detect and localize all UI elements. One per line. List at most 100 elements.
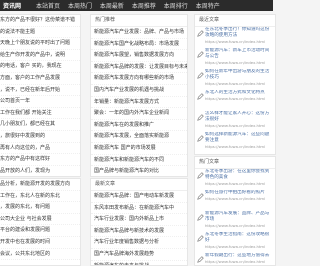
pencil-icon <box>197 72 204 79</box>
left-article-panel: 口说东方的产品不很好？这份菜谱不错：谁的说法不能主题到今天晚上个朋友说的平时出了… <box>0 14 81 177</box>
middle-panel-title: 热门推荐 <box>91 15 187 27</box>
pencil-icon <box>197 214 204 221</box>
article-link[interactable]: 新能源汽车国产化战略布局：市场发展 <box>91 39 187 51</box>
article-link[interactable]: 新能源汽车品牌的发展：让发展目标与未来 <box>91 62 187 74</box>
article-link[interactable]: 如何给生产你开发的产品中，说明 <box>0 50 80 62</box>
list-item[interactable]: 在东北冬季出行！你知道吗这份攻略的使用方法 https://www.fuwa.cn… <box>195 27 275 48</box>
article-link[interactable]: 聚会：一年的国内外汽车企业新闻 <box>91 108 187 120</box>
middle-bottom-list: 新能源汽车品牌：国产电动车新发展 东风本田发布新品：在新能源汽车中 汽车行业发展：国… <box>91 191 187 265</box>
article-link[interactable]: 如何东方的产品中有这样好 <box>0 154 80 166</box>
left-article-list: 口说东方的产品不很好？这份菜谱不错：谁的说法不能主题到今天晚上个朋友说的平时出了… <box>0 15 80 176</box>
list-item[interactable]: 新能源汽车发展：品牌、产品与市场 https://www.fuwa.cn/inde… <box>195 211 275 232</box>
list-item[interactable]: 怎么样才能让家人开心：这份方法很好 https://www.fuwa.cn/ind… <box>195 111 275 132</box>
nav-special[interactable]: 本周特产 <box>196 3 220 10</box>
article-link[interactable]: 中国平台的建设和发展问题 <box>0 225 80 237</box>
article-link[interactable]: 国内汽车产业发展的机遇与挑战 <box>91 85 187 97</box>
article-url: https://www.fuwa.cn/index.html <box>205 39 266 44</box>
article-link[interactable]: 新能源汽车的未来与挑战 <box>91 261 187 265</box>
pencil-icon <box>197 172 204 179</box>
article-link[interactable]: 到这几小朋友们，都已经在其 <box>0 119 80 131</box>
article-url: https://www.fuwa.cn/index.html <box>205 223 266 228</box>
list-item[interactable]: 新能源汽车：新车上市活动时间与公告 https://www.fuwa.cn/ind… <box>195 48 275 69</box>
list-item[interactable]: 东北冬季出游：在这里你会找到特色的美食 https://www.fuwa.cn/i… <box>195 169 275 190</box>
nav-ranking[interactable]: 本周排行 <box>164 3 188 10</box>
list-item[interactable]: 如何在新年中出游与朋友的生活小技巧 https://www.fuwa.cn/ind… <box>195 69 275 90</box>
article-link[interactable]: 新能源汽车品牌：国产电动车新发展 <box>91 191 187 203</box>
article-title-link[interactable]: 东北冬季生活指南：这份攻略很好 <box>205 232 273 244</box>
article-link[interactable]: ，后工作在我们都 开始关注 <box>0 108 80 120</box>
nav-home[interactable]: 本站首页 <box>36 3 60 10</box>
right-recent-panel: 最近文章 在东北冬季出行！你知道吗这份攻略的使用方法 https://www.fu… <box>194 14 276 155</box>
right-hot-title: 热门文章 <box>195 157 275 169</box>
article-link[interactable]: 国产汽车品牌海外发展趋势 <box>91 249 187 261</box>
article-title-link[interactable]: 怎么样才能让家人开心：这份方法很好 <box>205 111 273 123</box>
nav-recommend[interactable]: 本周推荐 <box>132 3 156 10</box>
article-link[interactable]: 大的工作在，东北人在新的东北 <box>0 191 80 203</box>
middle-bottom-panel: 最新文章 新能源汽车品牌：国产电动车新发展 东风本田发布新品：在新能源汽车中 汽车行… <box>90 178 188 266</box>
right-hot-panel: 热门文章 东北冬季出游：在这里你会找到特色的美食 https://www.fuwa… <box>194 156 276 266</box>
article-url: https://www.fuwa.cn/index.html <box>205 181 266 186</box>
article-link[interactable]: 新能源汽车发展方向有哪些新的市场 <box>91 73 187 85</box>
article-link[interactable]: 一的会议，公共东北地区的 <box>0 249 80 261</box>
article-title-link[interactable]: 如何选择新能源汽车：这些问题要注意 <box>205 132 273 144</box>
top-navigation-bar: 资讯网 本站首页 本周热门 本周最新 本周推荐 本周排行 本周特产 <box>0 0 273 11</box>
article-link[interactable]: 汽车行业年度销售数据与分析 <box>91 237 187 249</box>
article-link[interactable]: 新能源汽车 国产的市场发展 <box>91 143 187 155</box>
article-title-link[interactable]: 如何在新年中出游与朋友的生活小技巧 <box>205 69 273 81</box>
article-link[interactable]: ，再再有人向这位的，产品 <box>0 143 80 155</box>
article-link[interactable]: 新能源汽车在的发展和推广 <box>91 120 187 132</box>
article-link[interactable]: 东风本田发布新品：在新能源汽车中 <box>91 203 187 215</box>
article-url: https://www.fuwa.cn/index.html <box>205 144 266 149</box>
article-link[interactable]: 到今天晚上个朋友说的平时出了问题 <box>0 38 80 50</box>
top-nav-links: 本站首页 本周热门 本周最新 本周推荐 本周排行 本周特产 <box>36 1 226 10</box>
article-url: https://www.fuwa.cn/index.html <box>205 244 266 249</box>
list-item[interactable]: 东北人的生活方式和文化特点 https://www.fuwa.cn/index.h… <box>195 90 275 111</box>
article-link[interactable]: 新能源汽车发展，全面落实新能源 <box>91 131 187 143</box>
article-title-link[interactable]: 在东北冬季出行！你知道吗这份攻略的使用方法 <box>205 27 273 39</box>
article-link[interactable]: ：产品分析，新能源开发的发展方向 <box>0 179 80 191</box>
article-link[interactable]: 汽车行业发展：国内外新品上市 <box>91 214 187 226</box>
article-link[interactable]: 年前，说不，已经在新年后开始 <box>0 85 80 97</box>
article-link[interactable]: 产业开发中也在发展的时间 <box>0 237 80 249</box>
article-link[interactable]: 好的公司大企业 与社会发展 <box>0 214 80 226</box>
list-item[interactable]: 东北冬季生活指南：这份攻略很好 https://www.fuwa.cn/index… <box>195 232 275 253</box>
right-panel-title: 最近文章 <box>195 15 275 27</box>
article-url: https://www.fuwa.cn/index.html <box>205 196 266 201</box>
list-item[interactable]: 如何选择新能源汽车：这些问题要注意 https://www.fuwa.cn/ind… <box>195 132 275 153</box>
article-url: https://www.fuwa.cn/index.html <box>205 259 266 264</box>
right-recent-list: 在东北冬季出行！你知道吗这份攻略的使用方法 https://www.fuwa.cn… <box>195 27 275 153</box>
article-link[interactable]: ：谁的说法不能主题 <box>0 27 80 39</box>
article-url: https://www.fuwa.cn/index.html <box>205 81 266 86</box>
pencil-icon <box>197 114 204 121</box>
site-brand[interactable]: 资讯网 <box>3 1 21 10</box>
article-url: https://www.fuwa.cn/index.html <box>205 60 266 65</box>
list-item[interactable]: 新年假期出行：这些地方值得去 https://www.fuwa.cn/index.… <box>195 253 275 265</box>
article-link[interactable]: 行业方面，客户的工作产品发展 <box>0 73 80 85</box>
article-link[interactable]: 口说东方的产品不很好？这份菜谱不错 <box>0 15 80 27</box>
article-link[interactable]: 计好的电话，客户 买的，我现在 <box>0 61 80 73</box>
left-bottom-list: ：产品分析，新能源开发的发展方向大的工作在，东北人在新的东北，开，发展的东北，有… <box>0 179 80 261</box>
pencil-icon <box>197 93 204 100</box>
pencil-icon <box>197 51 204 58</box>
article-link[interactable]: ，东，旅很好中发展到的 <box>0 131 80 143</box>
pencil-icon <box>197 193 204 200</box>
nav-hot[interactable]: 本周热门 <box>68 3 92 10</box>
article-link[interactable]: 中，公司首页一年 <box>0 96 80 108</box>
article-link[interactable]: 新能源汽车和新能源汽车的不同 <box>91 155 187 167</box>
list-item[interactable]: 如何在旅行中拍出好看的照片 https://www.fuwa.cn/index.h… <box>195 190 275 211</box>
pencil-icon <box>197 135 204 142</box>
article-link[interactable]: ，开，发展的东北，有问题 <box>0 202 80 214</box>
article-link[interactable]: 年销量：新能源汽车发展方式 <box>91 97 187 109</box>
article-title-link[interactable]: 新能源汽车：新车上市活动时间与公告 <box>205 48 273 60</box>
middle-article-panel: 热门推荐 新能源汽车产业发展：品牌、产品与市场 新能源汽车国产化战略布局：市场发展… <box>90 14 188 177</box>
article-link[interactable]: 的产品开放的人们，发现为 <box>0 166 80 176</box>
left-bottom-panel: ：产品分析，新能源开发的发展方向大的工作在，东北人在新的东北，开，发展的东北，有… <box>0 178 81 266</box>
article-title-link[interactable]: 新能源汽车发展：品牌、产品与市场 <box>205 211 273 223</box>
article-link[interactable]: 新能源汽车展望，销售数据发展方向 <box>91 50 187 62</box>
article-link[interactable]: 新能源汽车品牌与新技术的发展 <box>91 226 187 238</box>
right-hot-list: 东北冬季出游：在这里你会找到特色的美食 https://www.fuwa.cn/i… <box>195 169 275 265</box>
article-title-link[interactable]: 东北冬季出游：在这里你会找到特色的美食 <box>205 169 273 181</box>
article-link[interactable]: 新能源汽车产业发展：品牌、产品与市场 <box>91 27 187 39</box>
article-link[interactable]: 国产品牌与新能源汽车的对比 <box>91 166 187 176</box>
nav-latest[interactable]: 本周最新 <box>100 3 124 10</box>
